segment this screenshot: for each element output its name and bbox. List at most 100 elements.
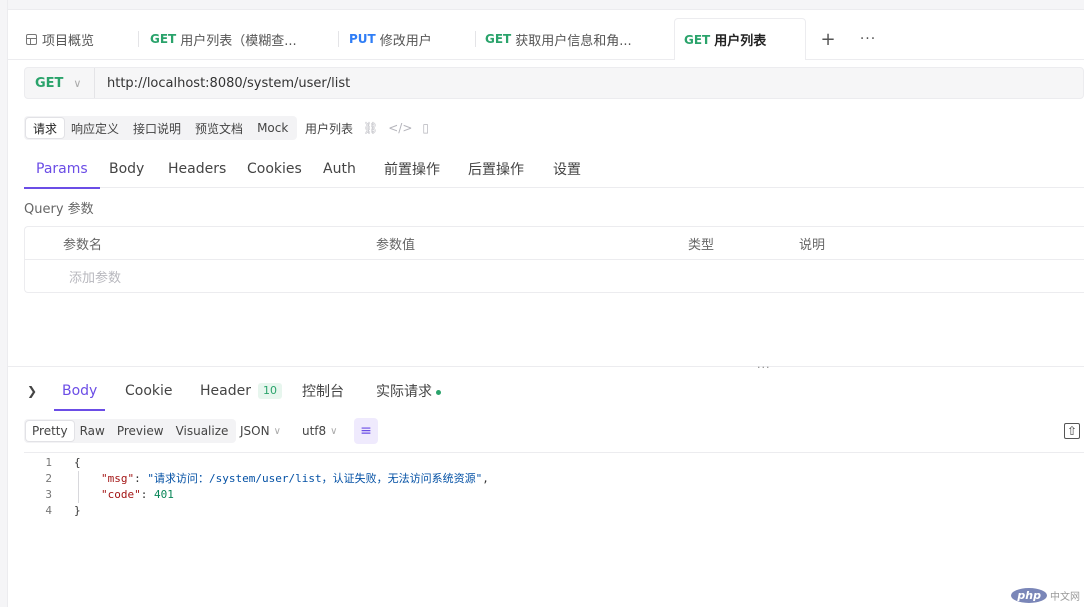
tab-user-info-roles[interactable]: GET 获取用户信息和角... bbox=[485, 18, 665, 60]
method-label: PUT bbox=[349, 32, 376, 46]
header-count-badge: 10 bbox=[257, 383, 282, 399]
line-number: 1 bbox=[45, 455, 52, 469]
tab-label: 项目概览 bbox=[42, 33, 95, 49]
json-value-code: 401 bbox=[154, 487, 174, 501]
json-key-msg: "msg" bbox=[101, 472, 135, 485]
subtab-request[interactable]: 请求 bbox=[26, 118, 65, 138]
copy-icon[interactable]: ⇧ bbox=[1064, 423, 1080, 439]
more-icon[interactable]: ··· bbox=[856, 18, 880, 60]
response-tabs: ❯ Body Cookie Header 10 控制台 实际请求 bbox=[24, 372, 1084, 411]
tab-auth[interactable]: Auth bbox=[323, 150, 356, 188]
add-param-input[interactable]: 添加参数 bbox=[69, 260, 121, 293]
status-dot-icon bbox=[436, 389, 441, 395]
code-text: "code": 401 bbox=[101, 487, 174, 501]
chevron-down-icon: ∨ bbox=[73, 76, 82, 90]
tab-label: 修改用户 bbox=[379, 33, 432, 49]
code-text: "msg": "请求访问：/system/user/list，认证失败，无法访问… bbox=[101, 472, 489, 485]
line-number: 4 bbox=[45, 503, 52, 517]
url-bar: GET ∨ http://localhost:8080/system/user/… bbox=[24, 67, 1084, 99]
tab-bar: 项目概览 GET 用户列表（模糊查... PUT 修改用户 GET 获取用户信息… bbox=[8, 18, 1084, 60]
code-icon[interactable]: </> bbox=[388, 121, 412, 135]
response-tab-console[interactable]: 控制台 bbox=[302, 372, 344, 410]
api-name-area: 用户列表 ⛓ </> ▯ bbox=[305, 116, 429, 140]
code-text: } bbox=[74, 503, 81, 517]
chevron-down-icon: ∨ bbox=[330, 425, 338, 437]
method-value: GET bbox=[35, 75, 64, 91]
view-raw[interactable]: Raw bbox=[74, 421, 111, 441]
code-text: { bbox=[74, 455, 81, 469]
left-sidebar-strip bbox=[0, 0, 8, 607]
tab-divider bbox=[475, 31, 476, 47]
response-tab-cookie[interactable]: Cookie bbox=[125, 372, 173, 410]
response-tab-body[interactable]: Body bbox=[53, 372, 106, 411]
response-tab-header[interactable]: Header 10 bbox=[200, 372, 282, 410]
tab-cookies[interactable]: Cookies bbox=[247, 150, 302, 188]
watermark: php 中文网 bbox=[1011, 588, 1080, 603]
tab-label: 用户列表 bbox=[714, 34, 767, 49]
json-value-msg: "请求访问：/system/user/list，认证失败，无法访问系统资源" bbox=[147, 472, 483, 485]
tab-label: 用户列表（模糊查... bbox=[180, 33, 297, 49]
code-line: 4 } bbox=[24, 502, 1084, 518]
tab-pre-operations[interactable]: 前置操作 bbox=[384, 150, 440, 188]
url-input[interactable]: http://localhost:8080/system/user/list bbox=[95, 76, 350, 91]
format-value: JSON bbox=[240, 424, 270, 438]
subtab-mock[interactable]: Mock bbox=[250, 118, 295, 138]
tab-params[interactable]: Params bbox=[24, 150, 100, 189]
encoding-select[interactable]: utf8 ∨ bbox=[302, 419, 338, 443]
panel-splitter[interactable] bbox=[8, 366, 1084, 367]
col-description: 说明 bbox=[799, 238, 826, 253]
subtab-api-description[interactable]: 接口说明 bbox=[126, 118, 188, 138]
method-select[interactable]: GET ∨ bbox=[25, 68, 95, 98]
col-type: 类型 bbox=[688, 238, 715, 253]
query-params-label: Query 参数 bbox=[24, 202, 94, 217]
tab-label: 获取用户信息和角... bbox=[515, 33, 632, 49]
wrap-lines-icon[interactable]: ≡ bbox=[354, 418, 378, 444]
encoding-value: utf8 bbox=[302, 424, 327, 438]
code-line: 3 "code": 401 bbox=[24, 486, 1084, 502]
method-label: GET bbox=[485, 32, 512, 46]
view-preview[interactable]: Preview bbox=[111, 421, 170, 441]
method-label: GET bbox=[150, 32, 177, 46]
response-view-modes: Pretty Raw Preview Visualize bbox=[24, 419, 237, 443]
request-subtabs: 请求 响应定义 接口说明 预览文档 Mock bbox=[24, 116, 298, 140]
method-label: GET bbox=[684, 32, 711, 47]
tab-divider bbox=[338, 31, 339, 47]
tab-body[interactable]: Body bbox=[109, 150, 144, 188]
line-number: 2 bbox=[45, 471, 52, 485]
link-icon[interactable]: ⛓ bbox=[363, 121, 378, 135]
param-tabs: Params Body Headers Cookies Auth 前置操作 后置… bbox=[24, 150, 1084, 189]
tab-user-list-fuzzy[interactable]: GET 用户列表（模糊查... bbox=[150, 18, 330, 60]
response-body-editor[interactable]: 1 { 2 "msg": "请求访问：/system/user/list，认证失… bbox=[24, 452, 1084, 607]
tab-user-list-active[interactable]: GET 用户列表 bbox=[674, 18, 806, 60]
query-params-table: 参数名 参数值 类型 说明 添加参数 bbox=[24, 226, 1084, 293]
tab-headers[interactable]: Headers bbox=[168, 150, 226, 188]
code-line: 2 "msg": "请求访问：/system/user/list，认证失败，无法… bbox=[24, 470, 1084, 486]
format-select[interactable]: JSON ∨ bbox=[240, 419, 281, 443]
response-tab-actual-request-label: 实际请求 bbox=[376, 384, 432, 400]
col-param-name: 参数名 bbox=[63, 238, 103, 253]
api-name[interactable]: 用户列表 bbox=[305, 120, 353, 137]
tab-post-operations[interactable]: 后置操作 bbox=[468, 150, 524, 188]
tab-settings[interactable]: 设置 bbox=[553, 150, 581, 188]
view-visualize[interactable]: Visualize bbox=[170, 421, 235, 441]
subtab-preview-docs[interactable]: 预览文档 bbox=[188, 118, 250, 138]
subtab-response-definition[interactable]: 响应定义 bbox=[64, 118, 126, 138]
watermark-logo: php bbox=[1011, 588, 1047, 603]
code-line: 1 { bbox=[24, 454, 1084, 470]
tab-divider bbox=[138, 31, 139, 47]
line-number: 3 bbox=[45, 487, 52, 501]
add-tab-icon[interactable]: + bbox=[816, 18, 840, 60]
tab-project-overview[interactable]: 项目概览 bbox=[26, 18, 146, 60]
top-window-strip bbox=[8, 0, 1084, 10]
collapse-chevron-icon[interactable]: ❯ bbox=[27, 372, 37, 410]
watermark-text: 中文网 bbox=[1050, 592, 1080, 603]
panel-icon[interactable]: ▯ bbox=[422, 121, 429, 135]
col-param-value: 参数值 bbox=[376, 238, 416, 253]
overview-icon bbox=[26, 33, 37, 45]
chevron-down-icon: ∨ bbox=[273, 425, 281, 437]
json-key-code: "code" bbox=[101, 487, 141, 501]
view-pretty[interactable]: Pretty bbox=[26, 421, 74, 441]
tab-edit-user[interactable]: PUT 修改用户 bbox=[349, 18, 469, 60]
table-header-row: 参数名 参数值 类型 说明 bbox=[25, 227, 1084, 260]
response-tab-actual-request[interactable]: 实际请求 bbox=[376, 372, 441, 410]
